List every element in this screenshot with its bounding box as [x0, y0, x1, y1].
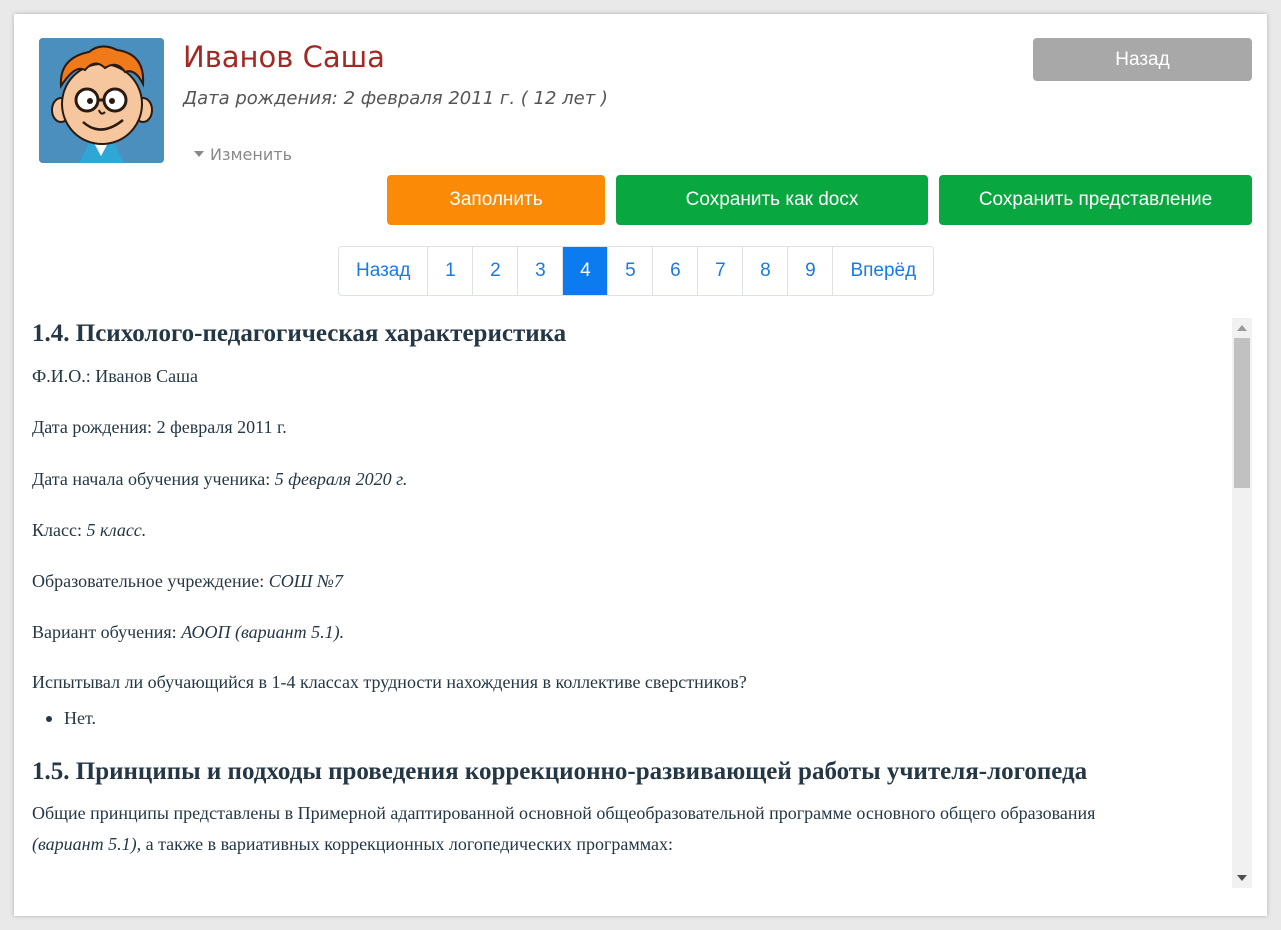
- paragraph-italic: (вариант 5.1),: [32, 834, 142, 854]
- class-value: 5 класс.: [86, 520, 147, 540]
- save-docx-button[interactable]: Сохранить как docx: [616, 175, 928, 225]
- page-link-7[interactable]: 7: [698, 247, 744, 295]
- start-date-line: Дата начала обучения ученика: 5 февраля …: [32, 469, 407, 490]
- page-link-8[interactable]: 8: [743, 247, 789, 295]
- back-button[interactable]: Назад: [1033, 38, 1252, 81]
- page-link-6[interactable]: 6: [653, 247, 699, 295]
- start-date-value: 5 февраля 2020 г.: [274, 469, 408, 489]
- school-label: Образовательное учреждение:: [32, 571, 269, 591]
- fill-button[interactable]: Заполнить: [387, 175, 605, 225]
- document-scrollbar[interactable]: [1232, 318, 1252, 888]
- page-link-3[interactable]: 3: [518, 247, 564, 295]
- school-value: СОШ №7: [268, 571, 343, 591]
- edit-dropdown[interactable]: Изменить: [194, 145, 292, 164]
- variant-label: Вариант обучения:: [32, 622, 182, 642]
- document-viewer[interactable]: 1.4. Психолого-педагогическая характерис…: [14, 316, 1228, 886]
- pagination-prev[interactable]: Назад: [339, 247, 429, 295]
- fio-label: Ф.И.О.:: [32, 366, 96, 386]
- paragraph-line-1: Общие принципы представлены в Примерной …: [32, 803, 1096, 823]
- boy-avatar-icon: [39, 38, 164, 163]
- paragraph-rest: а также в вариативных коррекционных лого…: [141, 834, 674, 854]
- fio-line: Ф.И.О.: Иванов Саша: [32, 366, 198, 387]
- profile-card: Иванов Саша Дата рождения: 2 февраля 201…: [14, 14, 1267, 916]
- edit-label: Изменить: [210, 145, 292, 164]
- section-title-1-4: 1.4. Психолого-педагогическая характерис…: [32, 320, 567, 347]
- save-view-button[interactable]: Сохранить представление: [939, 175, 1252, 225]
- variant-line: Вариант обучения: АООП (вариант 5.1).: [32, 622, 344, 643]
- avatar: [39, 38, 164, 163]
- fio-value: Иванов Саша: [95, 366, 198, 386]
- birth-date-line: Дата рождения: 2 февраля 2011 г. ( 12 ле…: [183, 88, 608, 109]
- birth-value: 2 февраля 2011 г.: [156, 417, 287, 437]
- answer-list-item: Нет.: [45, 708, 97, 728]
- start-date-label: Дата начала обучения ученика:: [32, 469, 275, 489]
- scroll-up-arrow-icon[interactable]: [1237, 325, 1247, 331]
- scrollbar-thumb[interactable]: [1234, 338, 1250, 488]
- student-name: Иванов Саша: [183, 40, 385, 74]
- birth-line: Дата рождения: 2 февраля 2011 г.: [32, 417, 287, 438]
- page-link-5[interactable]: 5: [608, 247, 654, 295]
- page-link-9[interactable]: 9: [788, 247, 834, 295]
- birth-label: Дата рождения:: [32, 417, 157, 437]
- class-line: Класс: 5 класс.: [32, 520, 146, 541]
- school-line: Образовательное учреждение: СОШ №7: [32, 571, 343, 592]
- variant-value: АООП (вариант 5.1).: [181, 622, 345, 642]
- page-link-2[interactable]: 2: [473, 247, 519, 295]
- question-line: Испытывал ли обучающийся в 1-4 классах т…: [32, 672, 747, 692]
- class-label: Класс:: [32, 520, 87, 540]
- pagination-next[interactable]: Вперёд: [833, 247, 933, 295]
- page-link-1[interactable]: 1: [428, 247, 474, 295]
- caret-down-icon: [194, 150, 204, 157]
- paragraph-line-2: (вариант 5.1), а также в вариативных кор…: [32, 834, 673, 855]
- scroll-down-arrow-icon[interactable]: [1237, 875, 1247, 881]
- page-link-4-active[interactable]: 4: [563, 247, 609, 295]
- section-title-1-5: 1.5. Принципы и подходы проведения корре…: [32, 758, 1088, 785]
- pagination: Назад 1 2 3 4 5 6 7 8 9 Вперёд: [338, 246, 935, 296]
